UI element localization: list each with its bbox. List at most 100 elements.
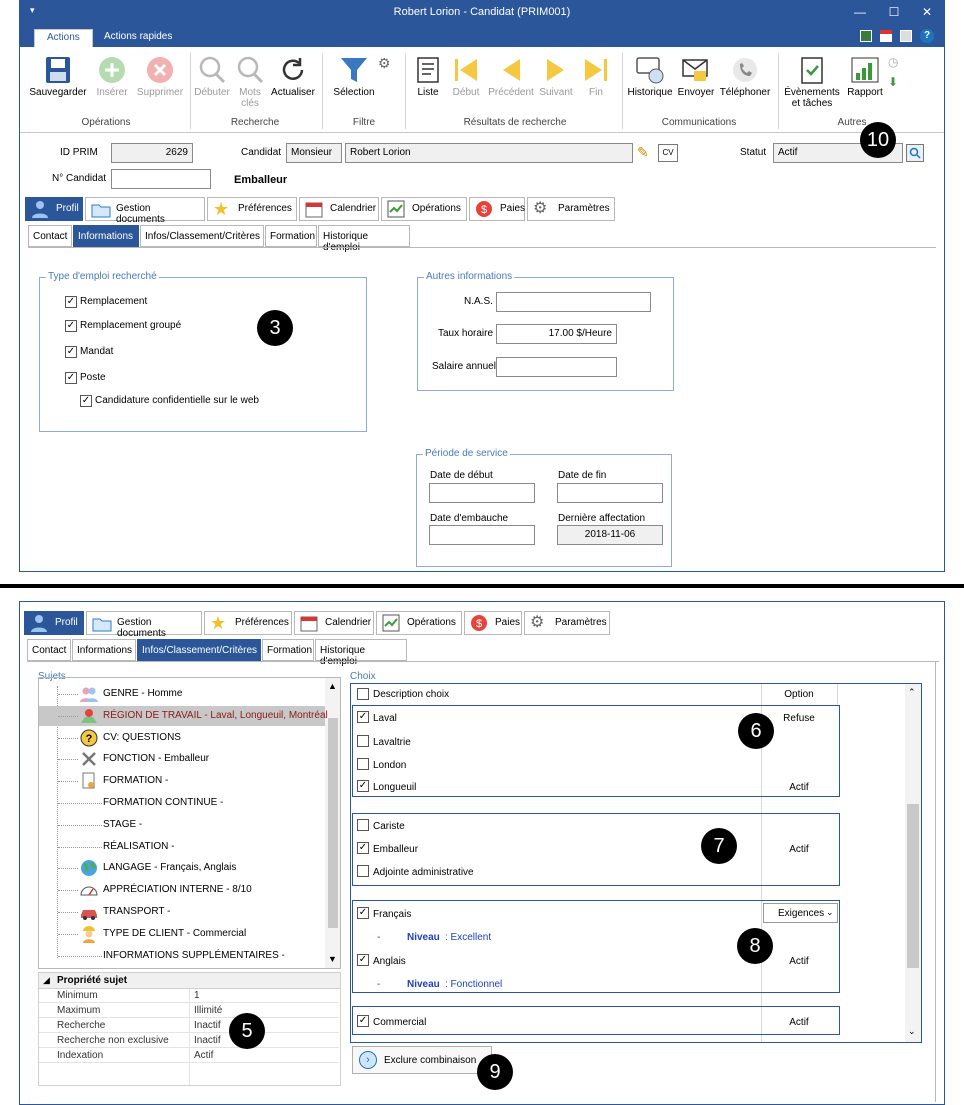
subtab-infos-classement[interactable]: Infos/Classement/Critères <box>140 225 264 247</box>
civilite-field[interactable]: Monsieur <box>286 143 342 163</box>
tab-operations[interactable]: Opérations <box>381 197 467 221</box>
tab-calendrier[interactable]: Calendrier <box>299 197 379 221</box>
sujet-item[interactable]: FORMATION - <box>39 771 325 791</box>
subtab-informations[interactable]: Informations <box>73 225 139 247</box>
search-icon[interactable] <box>906 144 924 162</box>
checkbox-lavaltrie[interactable] <box>357 735 369 747</box>
date-debut-field[interactable] <box>429 483 535 503</box>
tab-profil[interactable]: Profil <box>25 197 83 221</box>
minimize-icon[interactable]: — <box>846 3 874 21</box>
sujet-item[interactable]: STAGE - <box>39 815 325 835</box>
collapse-icon[interactable]: ◢ <box>43 975 50 986</box>
commercial-option[interactable]: Actif <box>761 1017 837 1028</box>
scroll-up-icon[interactable]: ▲ <box>328 681 337 691</box>
tab-parametres[interactable]: ⚙ Paramètres <box>524 611 610 635</box>
checkbox-confidentielle[interactable]: ✓ <box>80 395 92 407</box>
subtab-historique-emploi[interactable]: Historique d'emploi <box>315 639 407 667</box>
scroll-up-icon[interactable]: ⌃ <box>908 687 916 698</box>
no-candidat-field[interactable] <box>111 169 211 189</box>
mots-cles-button[interactable]: Mots clés <box>232 55 268 109</box>
sujet-item[interactable]: RÉGION DE TRAVAIL - Laval, Longueuil, Mo… <box>39 705 328 726</box>
tab-calendrier[interactable]: Calendrier <box>294 611 374 635</box>
date-fin-field[interactable] <box>557 483 663 503</box>
suivant-button[interactable]: Suivant <box>536 55 576 98</box>
id-prim-field[interactable]: 2629 <box>111 143 193 163</box>
evenements-button[interactable]: Évènements et tâches <box>782 55 842 109</box>
sujet-item[interactable]: TRANSPORT - <box>39 902 325 922</box>
sujet-item[interactable]: FONCTION - Emballeur <box>39 749 325 769</box>
subtab-infos-classement[interactable]: Infos/Classement/Critères <box>137 639 261 661</box>
help-icon[interactable]: ? <box>920 29 934 43</box>
sujet-item[interactable]: TYPE DE CLIENT - Commercial <box>39 924 325 944</box>
calendar-small-icon[interactable] <box>880 30 892 42</box>
debut-button[interactable]: Début <box>448 55 484 98</box>
sauvegarder-button[interactable]: Sauvegarder <box>26 55 90 98</box>
tab-profil[interactable]: Profil <box>24 611 84 635</box>
emballeur-option[interactable]: Actif <box>761 844 837 855</box>
checkbox-anglais[interactable]: ✓ <box>357 954 369 966</box>
checkbox-commercial[interactable]: ✓ <box>357 1015 369 1027</box>
derniere-affectation-field[interactable]: 2018-11-06 <box>557 525 663 545</box>
sujet-item[interactable]: FORMATION CONTINUE - <box>39 793 325 813</box>
tab-actions-rapides[interactable]: Actions rapides <box>92 29 184 47</box>
clock-icon[interactable]: ◷ <box>888 55 898 69</box>
download-icon[interactable]: ⬇ <box>888 75 898 89</box>
supprimer-button[interactable]: Supprimer <box>132 55 188 98</box>
nas-field[interactable] <box>496 292 651 312</box>
choix-list[interactable]: ⌃ ⌄ Description choix Option ✓ Laval Ref… <box>350 683 922 1043</box>
checkbox-francais[interactable]: ✓ <box>357 907 369 919</box>
tab-gestion-documents[interactable]: Gestion documents <box>85 197 205 225</box>
rapport-button[interactable]: Rapport <box>842 55 888 98</box>
longueuil-option[interactable]: Actif <box>761 782 837 793</box>
checkbox-emballeur[interactable]: ✓ <box>357 842 369 854</box>
checkbox-remplacement-groupe[interactable]: ✓ <box>65 320 77 332</box>
tab-parametres[interactable]: ⚙ Paramètres <box>527 197 615 221</box>
tab-preferences[interactable]: ★ Préférences <box>207 197 297 221</box>
choix-scrollbar[interactable]: ⌃ ⌄ <box>905 684 921 1042</box>
close-icon[interactable]: ✕ <box>913 3 941 21</box>
telephoner-button[interactable]: Téléphoner <box>716 55 774 98</box>
sujet-item[interactable]: INFORMATIONS SUPPLÉMENTAIRES - <box>39 946 325 966</box>
checkbox-poste[interactable]: ✓ <box>65 372 77 384</box>
subtab-contact[interactable]: Contact <box>27 639 71 661</box>
checkbox-remplacement[interactable]: ✓ <box>65 296 77 308</box>
exigences-dropdown[interactable]: Exigences ⌄ <box>763 903 838 923</box>
tab-preferences[interactable]: ★ Préférences <box>204 611 292 635</box>
sujets-tree[interactable]: ▲ ▼ GENRE - Homme RÉGION DE TRAVAIL - Lav… <box>38 677 341 969</box>
subtab-informations[interactable]: Informations <box>72 639 136 661</box>
calculator-icon[interactable] <box>860 30 872 42</box>
envoyer-button[interactable]: Envoyer <box>676 55 716 98</box>
date-embauche-field[interactable] <box>429 525 535 545</box>
sujet-item[interactable]: RÉALISATION - <box>39 837 325 857</box>
cv-icon[interactable]: CV <box>658 144 678 162</box>
scroll-thumb[interactable] <box>907 804 919 968</box>
anglais-option[interactable]: Actif <box>761 956 837 967</box>
subtab-historique-emploi[interactable]: Historique d'emploi <box>318 225 410 253</box>
settings-gear-icon[interactable]: ⚙ <box>378 55 391 72</box>
tab-paies[interactable]: $ Paies <box>469 197 525 221</box>
checkbox-cariste[interactable] <box>357 819 369 831</box>
liste-button[interactable]: Liste <box>410 55 446 98</box>
actualiser-button[interactable]: Actualiser <box>268 55 318 98</box>
subtab-formation[interactable]: Formation <box>262 639 314 661</box>
sujet-item[interactable]: GENRE - Homme <box>39 684 325 704</box>
pencil-icon[interactable]: ✎ <box>637 144 649 161</box>
laval-option[interactable]: Refuse <box>761 713 837 724</box>
maximize-icon[interactable]: ☐ <box>880 3 908 21</box>
tab-paies[interactable]: $ Paies <box>464 611 522 635</box>
precedent-button[interactable]: Précédent <box>486 55 536 98</box>
checkbox-london[interactable] <box>357 758 369 770</box>
scroll-down-icon[interactable]: ⌄ <box>908 1026 916 1037</box>
candidate-name-field[interactable]: Robert Lorion <box>345 143 633 163</box>
sujets-scrollbar[interactable]: ▲ ▼ <box>325 678 340 968</box>
salaire-annuel-field[interactable] <box>496 357 617 377</box>
scroll-down-icon[interactable]: ▼ <box>328 954 337 964</box>
checkbox-adjointe[interactable] <box>357 865 369 877</box>
checkbox-header[interactable] <box>357 688 369 700</box>
checkbox-longueuil[interactable]: ✓ <box>357 780 369 792</box>
subtab-formation[interactable]: Formation <box>265 225 317 247</box>
checkbox-mandat[interactable]: ✓ <box>65 346 77 358</box>
sujet-item[interactable]: ? CV: QUESTIONS <box>39 728 325 748</box>
inserer-button[interactable]: Insérer <box>90 55 134 98</box>
checkbox-laval[interactable]: ✓ <box>357 711 369 723</box>
